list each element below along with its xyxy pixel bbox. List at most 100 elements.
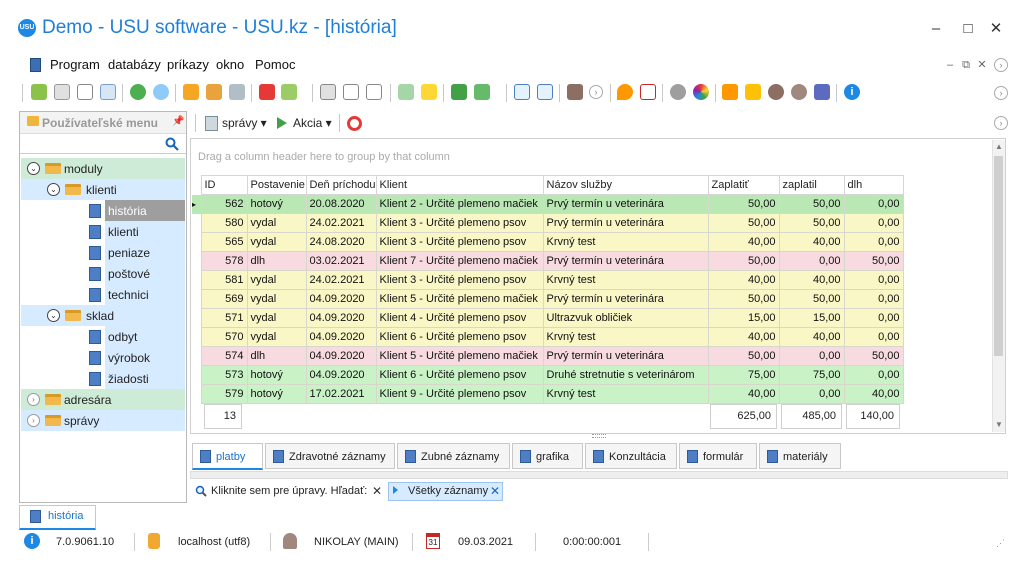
tree-item-sklad[interactable]: sklad xyxy=(86,309,114,323)
tree-item-technici[interactable]: technici xyxy=(108,288,149,302)
table-cell[interactable]: 04.09.2020 xyxy=(305,308,377,328)
table-cell[interactable]: 581 xyxy=(200,270,248,290)
table-cell[interactable]: 75,00 xyxy=(707,365,780,385)
table-cell[interactable]: vydal xyxy=(246,232,307,252)
table-cell[interactable]: Klient 6 - Určité plemeno psov xyxy=(375,365,544,385)
table-cell[interactable]: 571 xyxy=(200,308,248,328)
refresh-icon[interactable] xyxy=(31,84,47,100)
calendar-icon[interactable] xyxy=(640,84,656,100)
collapse-icon[interactable]: ⌄ xyxy=(27,162,40,175)
table-row[interactable]: 574 dlh 04.09.2020 Klient 5 - Určité plemen… xyxy=(192,346,904,366)
exit-icon[interactable] xyxy=(567,84,583,100)
excel-export-icon[interactable] xyxy=(451,84,467,100)
expand-icon[interactable]: › xyxy=(27,393,40,406)
table-cell[interactable]: Prvý termín u veterinára xyxy=(542,251,709,271)
copy-icon[interactable] xyxy=(54,84,70,100)
table-row[interactable]: 569 vydal 04.09.2020 Klient 5 - Určité plem… xyxy=(192,289,904,309)
resize-grip[interactable]: ⋰ xyxy=(996,538,1005,549)
table-cell[interactable]: 04.09.2020 xyxy=(305,289,377,309)
tree-item-klienti-group[interactable]: klienti xyxy=(86,183,117,197)
table-cell[interactable]: 574 xyxy=(200,346,248,366)
collapse-all-icon[interactable] xyxy=(366,84,382,100)
table-cell[interactable]: 50,00 xyxy=(707,289,780,309)
sync-icon[interactable] xyxy=(130,84,146,100)
table-cell[interactable]: Klient 4 - Určité plemeno psov xyxy=(375,308,544,328)
table-cell[interactable]: Krvný test xyxy=(542,384,709,404)
table-cell[interactable]: 03.02.2021 xyxy=(305,251,377,271)
table-cell[interactable]: 75,00 xyxy=(778,365,845,385)
table-cell[interactable]: 0,00 xyxy=(843,232,904,252)
tree-item-odbyt[interactable]: odbyt xyxy=(108,330,137,344)
table-cell[interactable]: 578 xyxy=(200,251,248,271)
table-cell[interactable]: 24.08.2020 xyxy=(305,232,377,252)
user-icon[interactable] xyxy=(768,84,784,100)
next-icon[interactable]: › xyxy=(589,85,603,99)
all-records-close-button[interactable]: ✕ xyxy=(490,484,500,498)
column-header[interactable]: zaplatil xyxy=(778,175,845,195)
add-row-icon[interactable] xyxy=(398,84,414,100)
table-cell[interactable]: 20.08.2020 xyxy=(305,194,377,214)
table-cell[interactable]: vydal xyxy=(246,213,307,233)
table-cell[interactable]: vydal xyxy=(246,308,307,328)
table-cell[interactable]: 50,00 xyxy=(707,251,780,271)
tree-item-historia[interactable]: história xyxy=(108,204,147,218)
table-cell[interactable]: hotový xyxy=(246,384,307,404)
maximize-button[interactable]: □ xyxy=(956,18,980,40)
table-cell[interactable]: Ultrazvuk obličiek xyxy=(542,308,709,328)
table-cell[interactable]: Krvný test xyxy=(542,270,709,290)
collapse-icon[interactable]: ⌄ xyxy=(47,183,60,196)
table-cell[interactable]: 580 xyxy=(200,213,248,233)
table-cell[interactable]: 565 xyxy=(200,232,248,252)
tab-materialy[interactable]: materiály xyxy=(759,443,841,469)
table-row[interactable]: 581 vydal 24.02.2021 Klient 3 - Určité plem… xyxy=(192,270,904,290)
table-row[interactable]: 570 vydal 04.09.2020 Klient 6 - Určité plem… xyxy=(192,327,904,347)
image-icon[interactable] xyxy=(281,84,297,100)
scroll-up-icon[interactable]: ▲ xyxy=(995,142,1003,151)
filter-clear-button[interactable]: ✕ xyxy=(372,484,382,498)
table-cell[interactable]: 573 xyxy=(200,365,248,385)
table-cell[interactable]: Klient 3 - Určité plemeno psov xyxy=(375,232,544,252)
column-header[interactable]: dlh xyxy=(843,175,904,195)
new-window-icon[interactable] xyxy=(514,84,530,100)
column-header[interactable]: ID xyxy=(200,175,248,195)
mdi-restore-button[interactable]: ⧉ xyxy=(958,58,974,72)
table-cell[interactable]: dlh xyxy=(246,251,307,271)
column-header[interactable]: Postavenie xyxy=(246,175,307,195)
table-cell[interactable]: 15,00 xyxy=(707,308,780,328)
table-row[interactable]: 571 vydal 04.09.2020 Klient 4 - Určité plem… xyxy=(192,308,904,328)
table-cell[interactable]: Krvný test xyxy=(542,327,709,347)
table-cell[interactable]: Prvý termín u veterinára xyxy=(542,346,709,366)
expand-all-icon[interactable] xyxy=(343,84,359,100)
columns-icon[interactable] xyxy=(320,84,336,100)
user-menu-search[interactable] xyxy=(20,134,186,154)
scrollbar-thumb[interactable] xyxy=(994,156,1003,356)
table-cell[interactable]: 04.09.2020 xyxy=(305,365,377,385)
scroll-down-icon[interactable]: ▼ xyxy=(995,420,1003,429)
menu-databases[interactable]: databázy xyxy=(108,56,161,74)
table-cell[interactable]: Klient 7 - Určité plemeno mačiek xyxy=(375,251,544,271)
tree-item-spravy[interactable]: správy xyxy=(64,414,99,428)
stop-icon[interactable] xyxy=(347,116,362,131)
table-cell[interactable]: 50,00 xyxy=(778,289,845,309)
filter-clear-icon[interactable] xyxy=(206,84,222,100)
tab-formular[interactable]: formulár xyxy=(679,443,757,469)
tree-item-moduly[interactable]: moduly xyxy=(64,162,103,176)
table-cell[interactable]: dlh xyxy=(246,346,307,366)
tree-item-adresara[interactable]: adresára xyxy=(64,393,111,407)
table-cell[interactable]: 04.09.2020 xyxy=(305,346,377,366)
table-cell[interactable]: Prvý termín u veterinára xyxy=(542,289,709,309)
table-cell[interactable]: 0,00 xyxy=(843,194,904,214)
table-cell[interactable]: 40,00 xyxy=(778,232,845,252)
table-cell[interactable]: 50,00 xyxy=(707,194,780,214)
mdi-close-button[interactable]: ✕ xyxy=(974,58,990,72)
tree-item-vyrobok[interactable]: výrobok xyxy=(108,351,150,365)
search-icon[interactable] xyxy=(165,137,179,151)
minimize-button[interactable]: – xyxy=(924,18,948,40)
close-button[interactable]: ✕ xyxy=(984,18,1008,40)
table-row[interactable]: ▸ 562 hotový 20.08.2020 Klient 2 - Určité pl… xyxy=(192,194,904,214)
table-row[interactable]: 580 vydal 24.02.2021 Klient 3 - Určité plem… xyxy=(192,213,904,233)
table-cell[interactable]: 0,00 xyxy=(843,365,904,385)
table-cell[interactable]: 0,00 xyxy=(843,289,904,309)
filter-icon[interactable] xyxy=(183,84,199,100)
toolbar-collapse-icon[interactable]: › xyxy=(994,86,1008,100)
